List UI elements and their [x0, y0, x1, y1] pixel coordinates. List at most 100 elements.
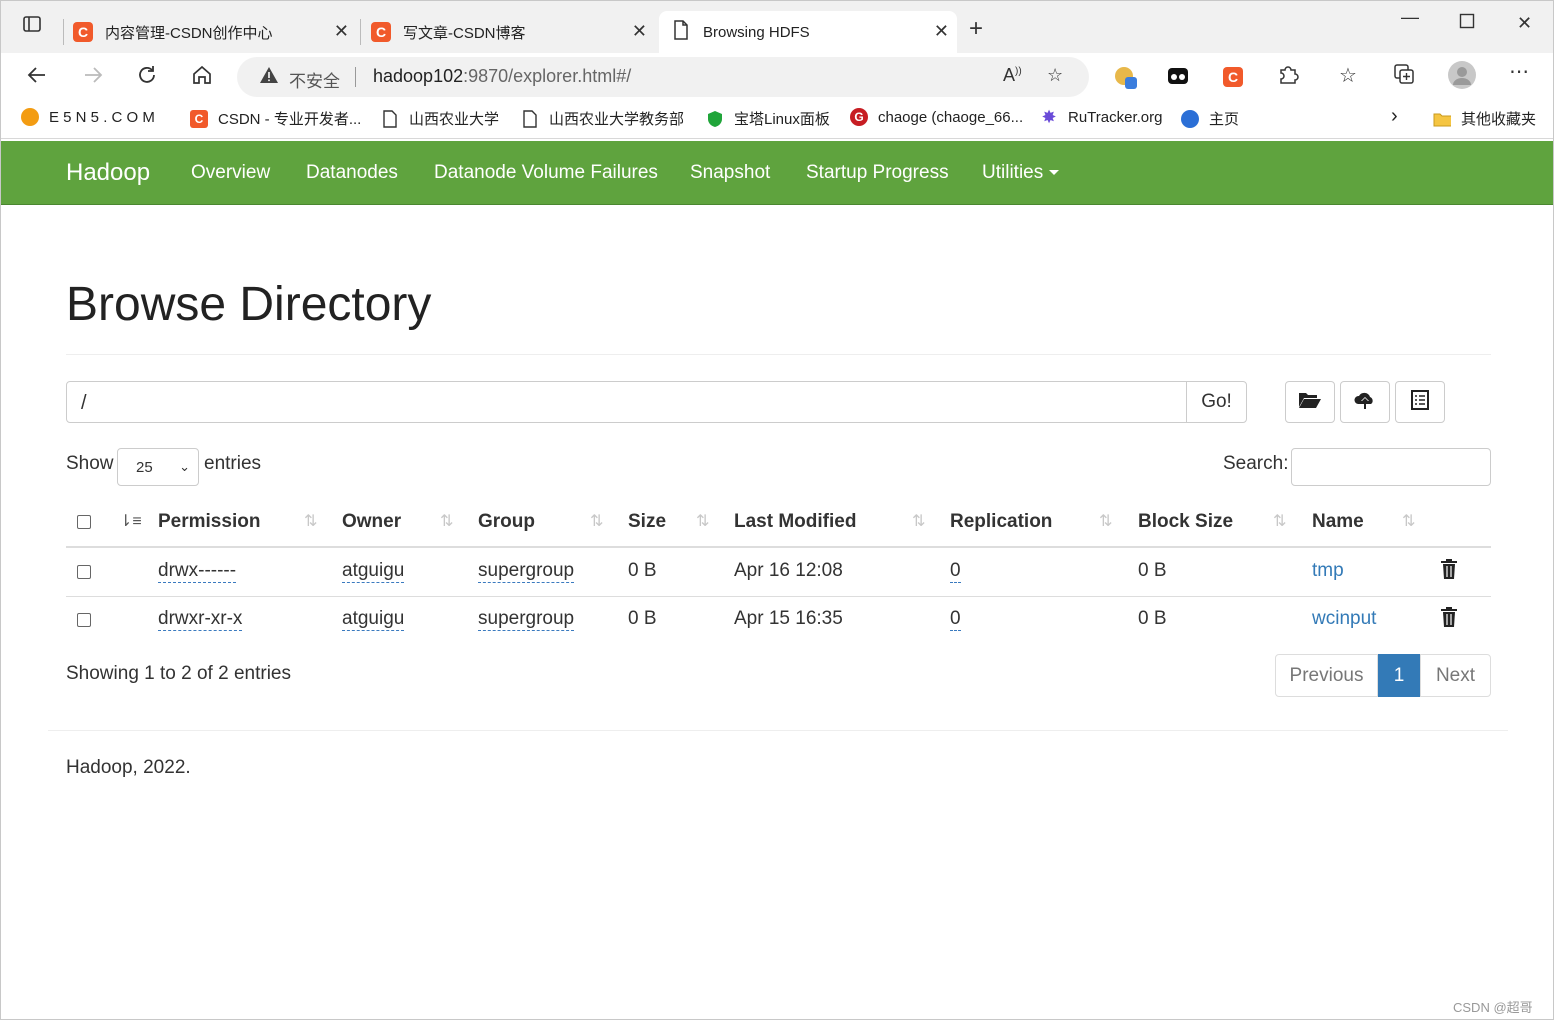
brand-logo[interactable]: Hadoop: [66, 159, 150, 187]
bookmark-e5n5[interactable]: E 5 N 5 . C O M: [21, 108, 155, 126]
footer-divider: [48, 730, 1508, 731]
tab-csdn-content[interactable]: C 内容管理-CSDN创作中心 ✕: [73, 11, 357, 53]
bookmark-home[interactable]: 主页: [1181, 108, 1239, 129]
profile-avatar[interactable]: [1448, 61, 1476, 95]
url-text[interactable]: hadoop102:9870/explorer.html#/: [373, 66, 631, 87]
nav-overview[interactable]: Overview: [191, 162, 270, 184]
owner-value[interactable]: atguigu: [342, 608, 405, 631]
permission-value[interactable]: drwx------: [158, 560, 237, 583]
extension-icon[interactable]: [1113, 65, 1139, 97]
previous-button[interactable]: Previous: [1275, 654, 1378, 697]
replication-value[interactable]: 0: [950, 560, 961, 583]
nav-datanodes[interactable]: Datanodes: [306, 162, 398, 184]
replication-value[interactable]: 0: [950, 608, 961, 631]
tab-title: Browsing HDFS: [703, 23, 810, 41]
sort-icon[interactable]: ⇅: [1099, 511, 1112, 531]
sort-icon[interactable]: ⇅: [912, 511, 925, 531]
tab-browsing-hdfs[interactable]: Browsing HDFS ✕: [659, 11, 957, 53]
sort-icon[interactable]: ⇅: [590, 511, 603, 531]
page-1-button[interactable]: 1: [1378, 654, 1420, 697]
create-directory-button[interactable]: [1285, 381, 1335, 423]
more-menu-icon[interactable]: ⋯: [1509, 59, 1529, 84]
warning-icon[interactable]: [259, 66, 279, 89]
home-icon[interactable]: [190, 63, 214, 93]
address-bar[interactable]: 不安全 hadoop102:9870/explorer.html#/ A)) ☆: [237, 57, 1089, 97]
sort-icon[interactable]: ⇅: [1402, 511, 1415, 531]
column-permission[interactable]: Permission: [158, 511, 260, 533]
favorites-icon[interactable]: ☆: [1339, 63, 1357, 88]
bookmark-sxau-jwb[interactable]: 山西农业大学教务部: [521, 108, 684, 129]
column-last-modified[interactable]: Last Modified: [734, 511, 856, 533]
nav-startup-progress[interactable]: Startup Progress: [806, 162, 949, 184]
tab-strip: C 内容管理-CSDN创作中心 ✕ C 写文章-CSDN博客 ✕ Browsin…: [1, 1, 1553, 53]
sort-asc-icon[interactable]: ⇂≡: [119, 511, 142, 531]
watermark: CSDN @超哥: [1453, 1000, 1533, 1015]
tab-csdn-write[interactable]: C 写文章-CSDN博客 ✕: [371, 11, 655, 53]
row-checkbox[interactable]: [77, 565, 91, 579]
bookmark-label: chaoge (chaoge_66...: [878, 108, 1024, 126]
add-favorite-icon[interactable]: ☆: [1047, 65, 1063, 86]
column-group[interactable]: Group: [478, 511, 535, 533]
column-owner[interactable]: Owner: [342, 511, 401, 533]
upload-button[interactable]: [1340, 381, 1390, 423]
bookmark-label: 山西农业大学教务部: [549, 111, 685, 128]
go-button[interactable]: Go!: [1186, 381, 1247, 423]
gitee-icon: G: [850, 108, 868, 126]
tab-actions-icon[interactable]: [21, 13, 43, 41]
close-tab-icon[interactable]: ✕: [334, 21, 349, 42]
sort-icon[interactable]: ⇅: [440, 511, 453, 531]
refresh-icon[interactable]: [135, 63, 159, 93]
window-close-icon[interactable]: ✕: [1517, 13, 1532, 34]
bookmark-rutracker[interactable]: ✸ RuTracker.org: [1040, 107, 1162, 127]
maximize-icon[interactable]: [1459, 13, 1475, 34]
permission-value[interactable]: drwxr-xr-x: [158, 608, 243, 631]
nav-snapshot[interactable]: Snapshot: [690, 162, 770, 184]
security-label[interactable]: 不安全: [289, 67, 340, 92]
bookmark-other-favorites[interactable]: 其他收藏夹: [1433, 108, 1536, 129]
select-all-checkbox[interactable]: [77, 515, 91, 529]
read-aloud-icon[interactable]: A)): [1003, 65, 1022, 86]
search-input[interactable]: [1291, 448, 1491, 486]
cut-paste-button[interactable]: [1395, 381, 1445, 423]
bookmark-gitee[interactable]: G chaoge (chaoge_66...: [850, 108, 1023, 126]
nav-datanode-volume-failures[interactable]: Datanode Volume Failures: [434, 162, 658, 184]
bookmark-sxau[interactable]: 山西农业大学: [381, 108, 499, 129]
bookmark-label: 宝塔Linux面板: [734, 111, 830, 128]
minimize-icon[interactable]: —: [1401, 7, 1419, 28]
trash-icon[interactable]: [1439, 606, 1459, 633]
nav-utilities[interactable]: Utilities: [982, 162, 1060, 184]
file-name-link[interactable]: wcinput: [1312, 608, 1376, 630]
entries-label: entries: [204, 453, 262, 474]
new-tab-icon[interactable]: +: [969, 15, 983, 43]
close-tab-icon[interactable]: ✕: [632, 21, 647, 42]
group-value[interactable]: supergroup: [478, 560, 575, 583]
file-name-link[interactable]: tmp: [1312, 560, 1344, 582]
sort-icon[interactable]: ⇅: [304, 511, 317, 531]
extensions-puzzle-icon[interactable]: [1277, 63, 1299, 91]
page-icon: [673, 20, 689, 44]
directory-path-input[interactable]: /: [66, 381, 1187, 423]
csdn-extension-icon[interactable]: C: [1223, 65, 1243, 88]
sort-icon[interactable]: ⇅: [696, 511, 709, 531]
column-replication[interactable]: Replication: [950, 511, 1052, 533]
block-size-value: 0 B: [1138, 560, 1167, 581]
column-size[interactable]: Size: [628, 511, 666, 533]
close-tab-icon[interactable]: ✕: [934, 21, 949, 42]
row-checkbox[interactable]: [77, 613, 91, 627]
extension-icon[interactable]: [1167, 65, 1189, 93]
back-icon[interactable]: [25, 63, 49, 93]
next-button[interactable]: Next: [1420, 654, 1491, 697]
trash-icon[interactable]: [1439, 558, 1459, 585]
bookmark-csdn[interactable]: C CSDN - 专业开发者...: [190, 108, 361, 129]
chevron-right-icon[interactable]: ›: [1391, 105, 1398, 128]
owner-value[interactable]: atguigu: [342, 560, 405, 583]
page-size-select[interactable]: 25 ⌄: [117, 448, 199, 486]
page-icon: [521, 109, 539, 128]
collections-icon[interactable]: [1393, 63, 1415, 91]
column-block-size[interactable]: Block Size: [1138, 511, 1233, 533]
group-value[interactable]: supergroup: [478, 608, 575, 631]
column-name[interactable]: Name: [1312, 511, 1364, 533]
bookmark-baota[interactable]: 宝塔Linux面板: [706, 108, 830, 129]
sort-icon[interactable]: ⇅: [1273, 511, 1286, 531]
forward-icon[interactable]: [81, 63, 105, 93]
